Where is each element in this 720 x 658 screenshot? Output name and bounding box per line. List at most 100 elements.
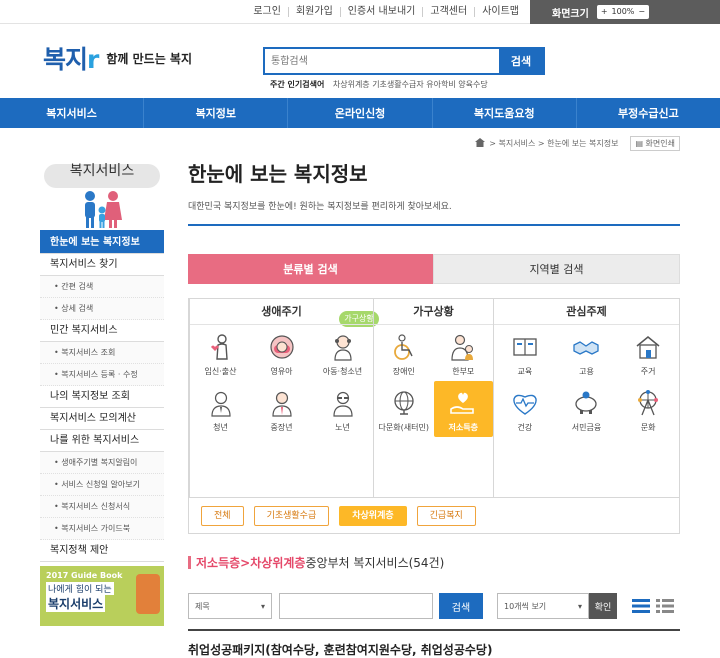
side-nav: 복지서비스 한눈에 보는 복지정보 복지서비스 찾기 간편 검색 상세 검색 민…	[40, 148, 164, 626]
category-pregnancy[interactable]: 임신·출산	[190, 325, 251, 381]
side-item-for-me[interactable]: 나를 위한 복지서비스	[40, 430, 164, 452]
main-content: 한눈에 보는 복지정보 대한민국 복지정보를 한눈에! 원하는 복지정보를 편리…	[188, 148, 680, 658]
category-middle-aged[interactable]: 중장년	[251, 381, 312, 437]
chip-near-poverty[interactable]: 차상위계층	[339, 505, 407, 526]
young-adult-icon	[206, 388, 236, 418]
wheelchair-icon	[389, 332, 419, 362]
page-description: 대한민국 복지정보를 한눈에! 원하는 복지정보를 편리하게 찾아보세요.	[188, 199, 680, 226]
household-column: 가구상황 장애인 한부모 다문화(새터민) 저소득층	[373, 299, 493, 497]
list-view-icon[interactable]	[631, 596, 651, 616]
result-heading: 저소득층 > 차상위계층 중앙부처 복지서비스(54건)	[188, 554, 680, 571]
grid-view-icon[interactable]	[655, 596, 675, 616]
household-heading: 가구상황	[374, 299, 493, 325]
search-tabs: 분류별 검색 지역별 검색	[188, 254, 680, 284]
global-search-button[interactable]: 검색	[499, 49, 543, 73]
chip-all[interactable]: 전체	[201, 505, 244, 526]
banner-line1: 2017 Guide Book	[46, 571, 123, 580]
nav-welfare-service[interactable]: 복지서비스	[0, 98, 143, 128]
tab-category-search[interactable]: 분류별 검색	[188, 254, 433, 284]
subcategory-chips: 전체 기초생활수급 차상위계층 긴급복지	[188, 498, 680, 534]
nav-help-request[interactable]: 복지도움요청	[431, 98, 576, 128]
category-health[interactable]: 건강	[494, 381, 556, 437]
side-item-my-info[interactable]: 나의 복지정보 조회	[40, 386, 164, 408]
popular-keywords: 주간 인기검색어 차상위계층 기초생활수급자 유아학비 양육수당	[270, 79, 488, 90]
nav-welfare-info[interactable]: 복지정보	[143, 98, 287, 128]
search-field-select[interactable]: 제목 ▾	[188, 593, 272, 619]
nav-online-apply[interactable]: 온라인신청	[287, 98, 431, 128]
chevron-down-icon: ▾	[577, 601, 582, 611]
banner-line2: 나에게 힘이 되는	[46, 582, 114, 595]
customer-center-link[interactable]: 고객센터	[422, 7, 474, 17]
side-subitem-apply-date[interactable]: 서비스 신청일 알아보기	[40, 474, 164, 496]
category-employment[interactable]: 고용	[556, 325, 618, 381]
logo-mark: 복지r	[43, 45, 99, 74]
result-subcategory: 차상위계층	[250, 556, 306, 570]
main-nav: 복지서비스 복지정보 온라인신청 복지도움요청 부정수급신고	[0, 98, 720, 128]
category-infant[interactable]: 영유아	[251, 325, 312, 381]
book-icon	[510, 332, 540, 362]
side-subitem-detail-search[interactable]: 상세 검색	[40, 298, 164, 320]
tab-region-search[interactable]: 지역별 검색	[433, 254, 680, 284]
login-link[interactable]: 로그인	[246, 7, 288, 17]
banner-illustration	[136, 574, 160, 614]
elderly-icon	[328, 388, 358, 418]
heart-pulse-icon	[510, 388, 540, 418]
category-panel: 가구상황 생애주기 임신·출산 영유아 아동·청소년 청년 중장년 노년 가구상…	[188, 298, 680, 498]
side-item-find-service[interactable]: 복지서비스 찾기	[40, 254, 164, 276]
category-education[interactable]: 교육	[494, 325, 556, 381]
child-icon	[328, 332, 358, 362]
category-finance[interactable]: 서민금융	[556, 381, 618, 437]
category-disabled[interactable]: 장애인	[374, 325, 434, 381]
category-multicultural[interactable]: 다문화(새터민)	[374, 381, 434, 437]
side-item-mock-calc[interactable]: 복지서비스 모의계산	[40, 408, 164, 430]
side-nav-title: 복지서비스	[69, 163, 135, 179]
zoom-out-button[interactable]: −	[638, 5, 645, 19]
chip-basic-livelihood[interactable]: 기초생활수급	[253, 505, 330, 526]
category-elderly[interactable]: 노년	[312, 381, 373, 437]
family-icon	[80, 188, 124, 231]
zoom-stepper: + 100% −	[596, 5, 650, 19]
signup-link[interactable]: 회원가입	[287, 7, 340, 17]
site-logo[interactable]: 복지r 함께 만드는 복지	[43, 40, 192, 76]
filter-search-button[interactable]: 검색	[439, 593, 483, 619]
single-parent-icon	[448, 332, 478, 362]
category-culture[interactable]: 문화	[617, 381, 679, 437]
heading-bar	[188, 556, 191, 569]
category-low-income[interactable]: 저소득층	[433, 381, 493, 437]
sitemap-link[interactable]: 사이트맵	[474, 7, 526, 17]
piggy-bank-icon	[571, 388, 601, 418]
popular-keywords-label: 주간 인기검색어	[270, 80, 325, 89]
zoom-in-button[interactable]: +	[601, 5, 608, 19]
category-young-adult[interactable]: 청년	[190, 381, 251, 437]
side-subitem-simple-search[interactable]: 간편 검색	[40, 276, 164, 298]
category-single-parent[interactable]: 한부모	[434, 325, 494, 381]
chip-emergency[interactable]: 긴급복지	[416, 505, 476, 526]
hand-heart-icon	[448, 388, 478, 418]
category-child-youth[interactable]: 아동·청소년	[312, 325, 373, 381]
result-filter: 제목 ▾ 검색 10개씩 보기 ▾ 확인	[188, 593, 680, 619]
side-item-policy-proposal[interactable]: 복지정책 제안	[40, 540, 164, 562]
cert-export-link[interactable]: 인증서 내보내기	[339, 7, 423, 17]
side-subitem-service-lookup[interactable]: 복지서비스 조회	[40, 342, 164, 364]
global-search: 검색	[263, 47, 545, 75]
side-subitem-lifecycle-alert[interactable]: 생애주기별 복지알림이	[40, 452, 164, 474]
handshake-icon	[571, 332, 601, 362]
side-item-private-service[interactable]: 민간 복지서비스	[40, 320, 164, 342]
popular-keywords-list[interactable]: 차상위계층 기초생활수급자 유아학비 양육수당	[333, 80, 488, 89]
side-subitem-service-register[interactable]: 복지서비스 등록 · 수정	[40, 364, 164, 386]
page-size-ok-button[interactable]: 확인	[589, 593, 617, 619]
nav-fraud-report[interactable]: 부정수급신고	[575, 98, 720, 128]
page-size-select[interactable]: 10개씩 보기 ▾	[497, 593, 589, 619]
side-nav-menu: 한눈에 보는 복지정보 복지서비스 찾기 간편 검색 상세 검색 민간 복지서비…	[40, 230, 164, 562]
result-item-title[interactable]: 취업성공패키지(참여수당, 훈련참여지원수당, 취업성공수당)	[188, 629, 680, 658]
global-search-input[interactable]	[265, 49, 499, 73]
side-subitem-guidebook[interactable]: 복지서비스 가이드북	[40, 518, 164, 540]
middle-aged-icon	[267, 388, 297, 418]
side-subitem-forms[interactable]: 복지서비스 신청서식	[40, 496, 164, 518]
category-housing[interactable]: 주거	[617, 325, 679, 381]
result-category: 저소득층	[196, 556, 241, 570]
side-item-overview[interactable]: 한눈에 보는 복지정보	[40, 232, 164, 254]
keyword-input[interactable]	[279, 593, 433, 619]
page-title: 한눈에 보는 복지정보	[188, 162, 368, 186]
guidebook-banner[interactable]: 2017 Guide Book 나에게 힘이 되는 복지서비스	[40, 566, 164, 626]
